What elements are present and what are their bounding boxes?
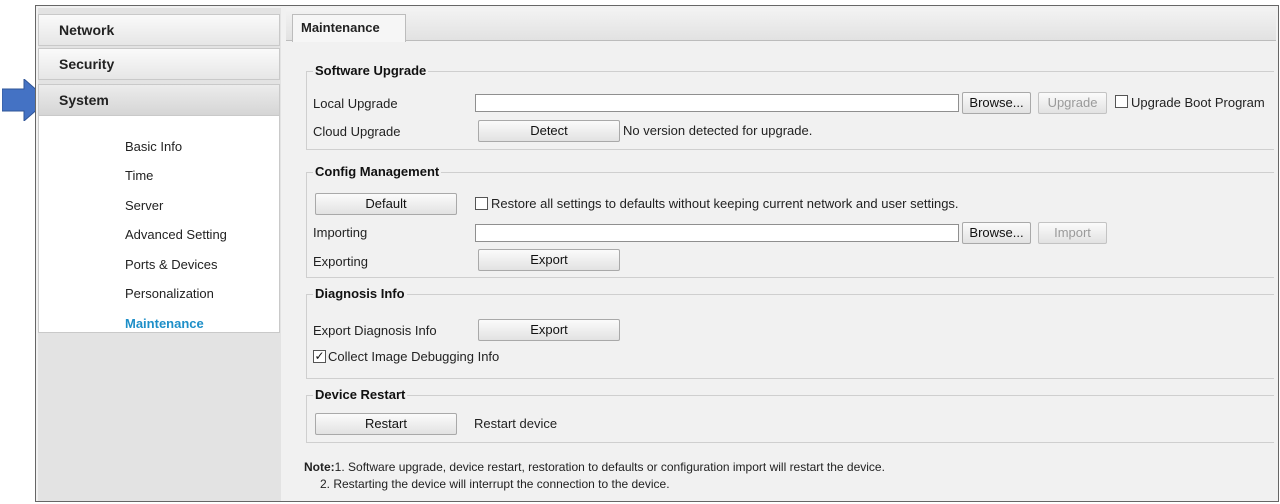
- upgrade-boot-program-label: Upgrade Boot Program: [1131, 95, 1265, 110]
- note-prefix: Note:: [304, 460, 335, 474]
- exporting-label: Exporting: [313, 254, 368, 269]
- device-restart-section: Device Restart Restart Restart device: [306, 387, 1274, 443]
- cloud-upgrade-status: No version detected for upgrade.: [623, 123, 813, 138]
- upgrade-boot-program-checkbox[interactable]: [1115, 95, 1128, 108]
- export-diagnosis-button[interactable]: Export: [478, 319, 620, 341]
- restore-defaults-label: Restore all settings to defaults without…: [491, 196, 959, 211]
- restart-button[interactable]: Restart: [315, 413, 457, 435]
- restore-defaults-checkbox[interactable]: [475, 197, 488, 210]
- sidebar-item-time[interactable]: Time: [125, 168, 153, 183]
- software-upgrade-section: Software Upgrade Local Upgrade Browse...…: [306, 63, 1274, 150]
- sidebar-section-security[interactable]: Security: [38, 48, 280, 80]
- detect-button[interactable]: Detect: [478, 120, 620, 142]
- note-line-1: 1. Software upgrade, device restart, res…: [334, 460, 885, 474]
- importing-label: Importing: [313, 225, 368, 240]
- collect-debug-checkbox[interactable]: ✓: [313, 350, 326, 363]
- note-text: Note:1. Software upgrade, device restart…: [304, 459, 885, 493]
- upgrade-button[interactable]: Upgrade: [1038, 92, 1107, 114]
- diagnosis-info-section: Diagnosis Info Export Diagnosis Info Exp…: [306, 286, 1274, 379]
- system-submenu: Basic Info Time Server Advanced Setting …: [38, 116, 280, 333]
- config-management-title: Config Management: [313, 164, 442, 179]
- collect-debug-label: Collect Image Debugging Info: [328, 349, 500, 364]
- sidebar-item-advanced-setting[interactable]: Advanced Setting: [125, 227, 227, 242]
- diagnosis-info-title: Diagnosis Info: [313, 286, 407, 301]
- sidebar-section-network[interactable]: Network: [38, 14, 280, 46]
- export-diagnosis-label: Export Diagnosis Info: [313, 323, 437, 338]
- device-restart-title: Device Restart: [313, 387, 408, 402]
- sidebar-item-server[interactable]: Server: [125, 198, 163, 213]
- note-line-2: 2. Restarting the device will interrupt …: [320, 477, 670, 491]
- import-browse-button[interactable]: Browse...: [962, 222, 1031, 244]
- default-button[interactable]: Default: [315, 193, 457, 215]
- software-upgrade-title: Software Upgrade: [313, 63, 429, 78]
- tab-maintenance[interactable]: Maintenance: [292, 14, 406, 42]
- import-button[interactable]: Import: [1038, 222, 1107, 244]
- sidebar-item-maintenance[interactable]: Maintenance: [125, 316, 204, 331]
- sidebar-item-ports-devices[interactable]: Ports & Devices: [125, 257, 217, 272]
- export-config-button[interactable]: Export: [478, 249, 620, 271]
- sidebar: Network Security System Basic Info Time …: [38, 8, 281, 501]
- local-upgrade-browse-button[interactable]: Browse...: [962, 92, 1031, 114]
- tab-bar: Maintenance: [286, 8, 1276, 42]
- sidebar-section-system[interactable]: System: [38, 84, 280, 116]
- cloud-upgrade-label: Cloud Upgrade: [313, 124, 401, 139]
- import-file-input[interactable]: [475, 224, 959, 242]
- app-frame: Network Security System Basic Info Time …: [35, 5, 1279, 502]
- restart-description: Restart device: [474, 416, 558, 431]
- sidebar-item-basic-info[interactable]: Basic Info: [125, 139, 182, 154]
- sidebar-item-personalization[interactable]: Personalization: [125, 286, 214, 301]
- local-upgrade-label: Local Upgrade: [313, 96, 398, 111]
- main-content: Maintenance Software Upgrade Local Upgra…: [286, 8, 1276, 501]
- config-management-section: Config Management Default Restore all se…: [306, 164, 1274, 278]
- local-upgrade-file-input[interactable]: [475, 94, 959, 112]
